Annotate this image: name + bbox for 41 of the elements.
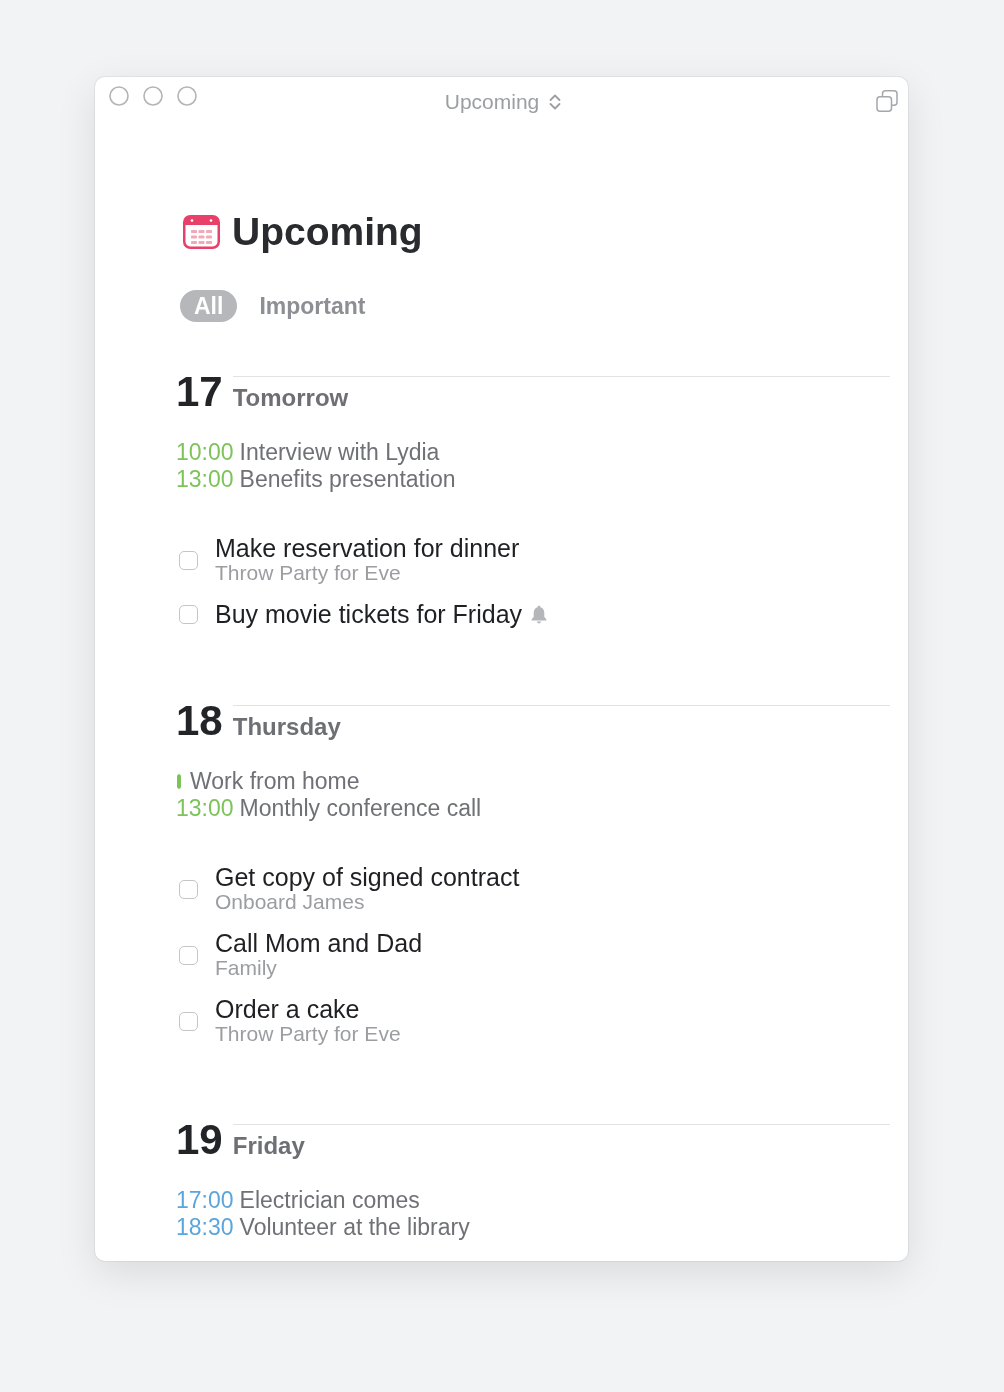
- filter-tab[interactable]: Important: [259, 290, 366, 322]
- task-checkbox[interactable]: [179, 879, 198, 899]
- task-title: Get copy of signed contract: [215, 864, 520, 890]
- event-title: Volunteer at the library: [239, 1214, 470, 1241]
- day-label: Tomorrow: [232, 384, 349, 412]
- event-title: Benefits presentation: [239, 466, 456, 493]
- event-time: 13:00: [176, 466, 234, 493]
- window-control-icon[interactable]: [109, 86, 129, 106]
- task-checkbox[interactable]: [179, 1011, 198, 1031]
- task-project: Family: [215, 956, 277, 980]
- task-checkbox[interactable]: [179, 604, 198, 624]
- window-control-icon[interactable]: [177, 86, 197, 106]
- up-down-chevron-icon: [548, 92, 563, 112]
- task-checkbox[interactable]: [179, 550, 198, 570]
- overlapping-squares-icon[interactable]: [876, 90, 898, 112]
- calendar-icon: [183, 215, 220, 249]
- window-control-icon[interactable]: [143, 86, 163, 106]
- task-title: Order a cake: [215, 996, 360, 1022]
- task-project: Throw Party for Eve: [215, 561, 401, 585]
- day-label: Thursday: [232, 713, 341, 741]
- day-label: Friday: [232, 1132, 305, 1160]
- task-title: Call Mom and Dad: [215, 930, 423, 956]
- filter-tab[interactable]: All: [180, 290, 238, 322]
- task-project: Onboard James: [215, 890, 365, 914]
- event-title: Electrician comes: [239, 1187, 420, 1214]
- event-title: Monthly conference call: [239, 795, 482, 822]
- event-time: 13:00: [176, 795, 234, 822]
- day-number: 17: [176, 376, 223, 408]
- task-checkbox[interactable]: [179, 945, 198, 965]
- page-title: Upcoming: [232, 209, 423, 255]
- task-title: Make reservation for dinner: [215, 535, 520, 561]
- day-number: 19: [176, 1124, 223, 1156]
- event-time: 18:30: [176, 1214, 234, 1241]
- task-title: Buy movie tickets for Friday: [215, 601, 523, 627]
- event-title: Work from home: [190, 768, 360, 795]
- event-title: Interview with Lydia: [239, 439, 440, 466]
- day-number: 18: [176, 705, 223, 737]
- task-project: Throw Party for Eve: [215, 1022, 401, 1046]
- event-time: 17:00: [176, 1187, 234, 1214]
- event-time: 10:00: [176, 439, 234, 466]
- view-menu-button[interactable]: Upcoming: [444, 90, 563, 114]
